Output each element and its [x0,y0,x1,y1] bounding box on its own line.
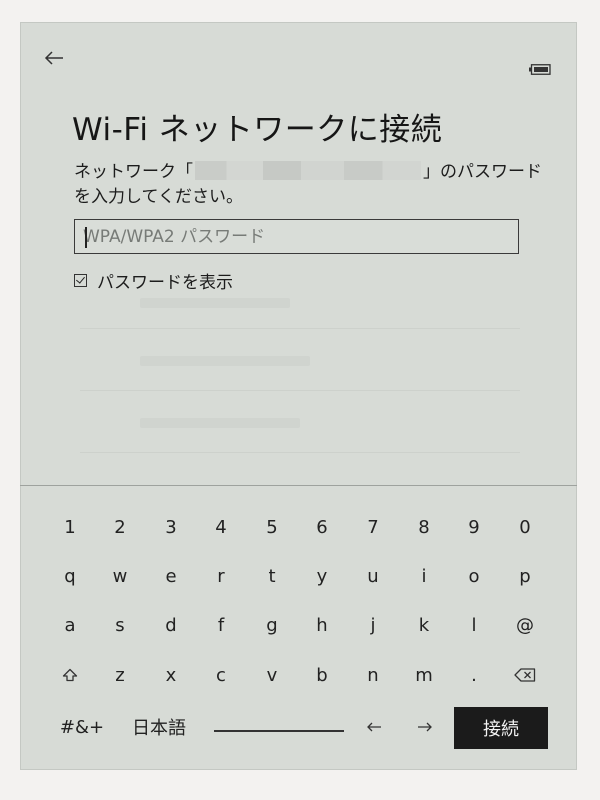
key[interactable]: 9 [454,509,494,545]
show-password-label: パスワードを表示 [97,273,233,293]
key[interactable]: y [302,558,342,594]
instruction-text: ネットワーク「 」のパスワードを入力してください。 [74,160,544,210]
show-password-toggle[interactable]: パスワードを表示 [74,268,233,293]
key[interactable]: 4 [201,509,241,545]
key[interactable]: f [201,607,241,643]
key[interactable]: d [151,607,191,643]
space-bar[interactable] [214,730,344,732]
key[interactable]: e [151,558,191,594]
page-title: Wi-Fi ネットワークに接続 [72,112,443,148]
arrow-right-icon [418,722,432,732]
key[interactable]: 6 [302,509,342,545]
cursor-left-key[interactable] [354,709,394,745]
instruction-prefix: ネットワーク「 [74,162,193,182]
key[interactable]: i [404,558,444,594]
e-ink-screen: Wi-Fi ネットワークに接続 ネットワーク「 」のパスワードを入力してください。… [20,22,577,770]
device-bezel-bottom [0,770,600,800]
key[interactable]: c [201,657,241,693]
key[interactable]: q [50,558,90,594]
key[interactable]: m [404,657,444,693]
password-input[interactable] [74,219,519,254]
backspace-icon [514,668,536,682]
battery-icon [529,64,551,75]
key[interactable]: g [252,607,292,643]
key[interactable]: h [302,607,342,643]
key[interactable]: w [100,558,140,594]
key[interactable]: n [353,657,393,693]
key[interactable]: 5 [252,509,292,545]
key[interactable]: b [302,657,342,693]
key[interactable]: 0 [505,509,545,545]
key[interactable]: t [252,558,292,594]
key[interactable]: @ [505,607,545,643]
key[interactable]: u [353,558,393,594]
key[interactable]: j [353,607,393,643]
shift-key[interactable] [50,657,90,693]
key[interactable]: z [100,657,140,693]
key[interactable]: . [454,657,494,693]
key[interactable]: p [505,558,545,594]
cursor-right-key[interactable] [405,709,445,745]
key[interactable]: l [454,607,494,643]
language-key[interactable]: 日本語 [124,709,194,745]
connect-button[interactable]: 接続 [454,707,548,749]
backspace-key[interactable] [505,657,545,693]
key[interactable]: s [100,607,140,643]
key[interactable]: k [404,607,444,643]
show-password-checkbox[interactable] [74,274,87,287]
key[interactable]: 3 [151,509,191,545]
key[interactable]: x [151,657,191,693]
back-arrow-icon[interactable] [42,48,66,68]
device-bezel-left [0,0,20,800]
redacted-network-name [195,161,421,180]
arrow-left-icon [367,722,381,732]
key[interactable]: 8 [404,509,444,545]
key[interactable]: 2 [100,509,140,545]
key[interactable]: o [454,558,494,594]
key[interactable]: r [201,558,241,594]
device-bezel-right [577,0,600,800]
device-bezel-top [0,0,600,22]
key[interactable]: v [252,657,292,693]
shift-icon [62,668,78,682]
on-screen-keyboard: 1 2 3 4 5 6 7 8 9 0 q w e r t y u i o p … [20,486,577,770]
key[interactable]: 7 [353,509,393,545]
symbols-key[interactable]: #&+ [47,709,117,745]
key[interactable]: 1 [50,509,90,545]
text-caret [85,227,87,248]
key[interactable]: a [50,607,90,643]
